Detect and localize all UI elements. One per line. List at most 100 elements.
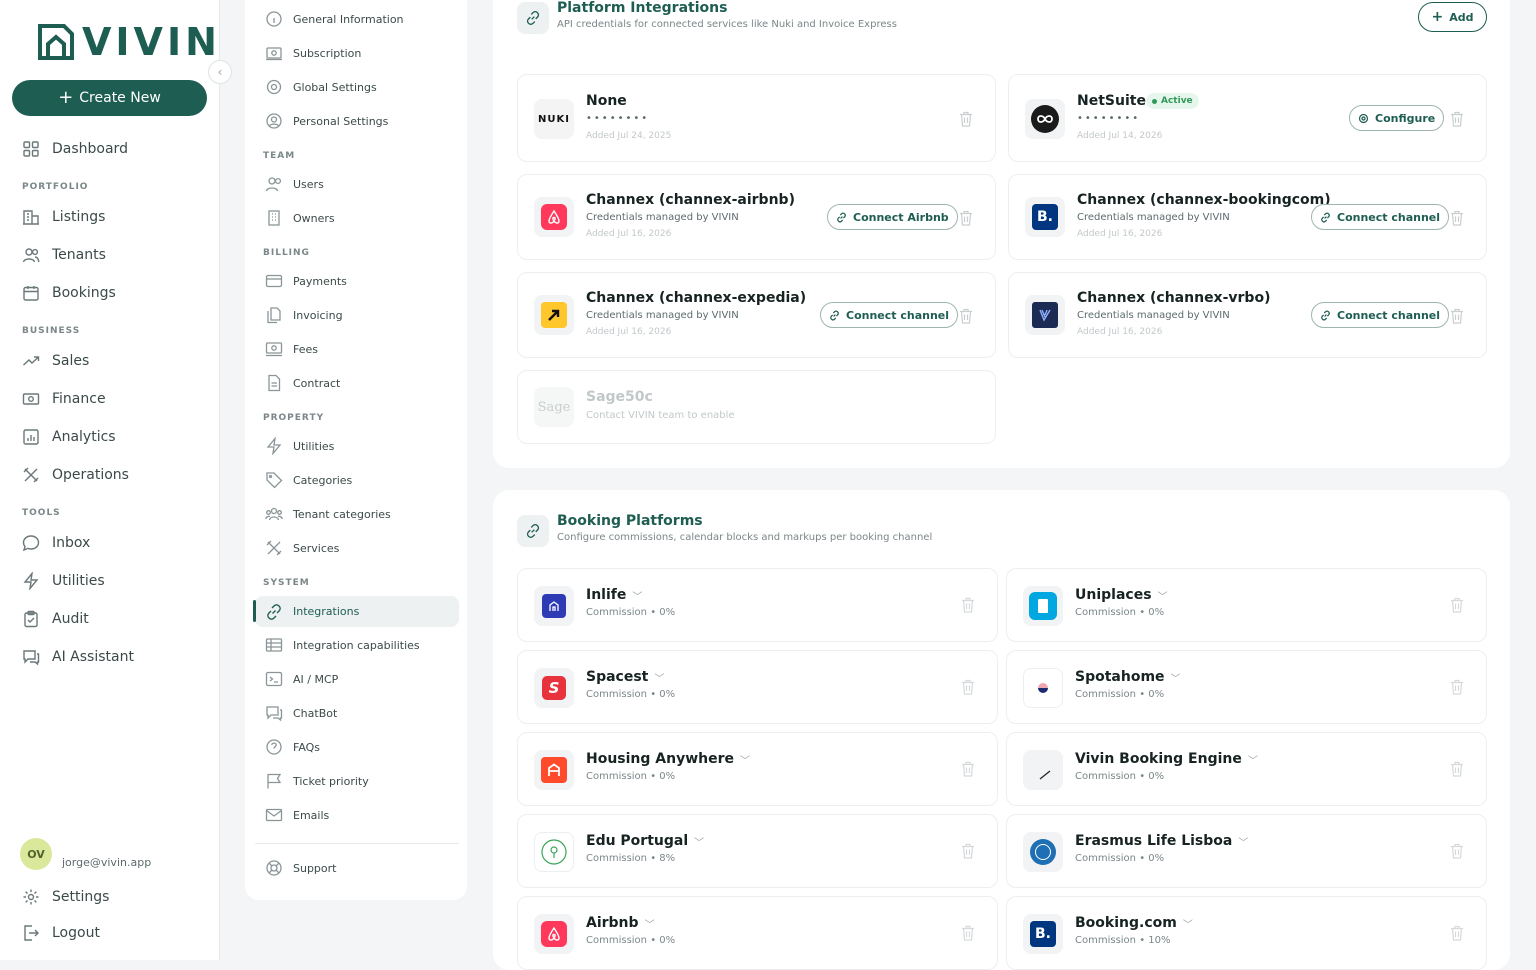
collapse-sidebar-button[interactable]: ‹ <box>208 60 232 84</box>
trash-icon[interactable] <box>1450 679 1464 695</box>
settings-global-settings[interactable]: Global Settings <box>263 72 459 102</box>
settings-ai-mcp[interactable]: AI / MCP <box>263 664 459 694</box>
chevron-down-icon[interactable]: ﹀ <box>632 588 642 603</box>
nav-logout[interactable]: Logout <box>22 921 100 945</box>
trash-icon[interactable] <box>961 761 975 777</box>
settings-contract[interactable]: Contract <box>263 368 459 398</box>
booking-platform-erasmus-life-lisboa[interactable]: Erasmus Life Lisboa ﹀ Commission • 0% <box>1006 814 1487 888</box>
trash-icon[interactable] <box>959 111 973 127</box>
configure-button[interactable]: Configure <box>1349 105 1445 131</box>
section-tools: TOOLS <box>22 508 61 518</box>
settings-integrations[interactable]: Integrations <box>253 596 459 627</box>
settings-general-information[interactable]: General Information <box>263 4 459 34</box>
trash-icon[interactable] <box>959 210 973 226</box>
nav-inbox[interactable]: Inbox <box>22 531 90 555</box>
nav-operations[interactable]: Operations <box>22 463 129 487</box>
nav-label: Tenants <box>52 247 106 263</box>
trash-icon[interactable] <box>1450 597 1464 613</box>
booking-platform-spotahome[interactable]: Spotahome ﹀ Commission • 0% <box>1006 650 1487 724</box>
add-integration-button[interactable]: + Add <box>1418 2 1487 32</box>
link-icon <box>267 603 281 620</box>
settings-services[interactable]: Services <box>263 533 459 563</box>
nav-label: Analytics <box>52 429 116 445</box>
chevron-down-icon[interactable]: ﹀ <box>1171 670 1181 685</box>
settings-subscription[interactable]: Subscription <box>263 38 459 68</box>
nav-utilities[interactable]: Utilities <box>22 569 105 593</box>
trash-icon[interactable] <box>1450 925 1464 941</box>
booking-platform-vivin-booking-engine[interactable]: Vivin Booking Engine ﹀ Commission • 0% <box>1006 732 1487 806</box>
booking-platform-inlife[interactable]: Inlife ﹀ Commission • 0% <box>517 568 998 642</box>
nav-label: Operations <box>52 467 129 483</box>
trash-icon[interactable] <box>961 925 975 941</box>
nav-bookings[interactable]: Bookings <box>22 281 116 305</box>
settings-integration-capabilities[interactable]: Integration capabilities <box>263 630 459 660</box>
settings-payments[interactable]: Payments <box>263 266 459 296</box>
trash-icon[interactable] <box>1450 210 1464 226</box>
chevron-down-icon[interactable]: ﹀ <box>645 916 655 931</box>
settings-faqs[interactable]: FAQs <box>263 732 459 762</box>
nav-tenants[interactable]: Tenants <box>22 243 106 267</box>
settings-owners[interactable]: Owners <box>263 203 459 233</box>
added-date: Added Jul 14, 2026 <box>1077 131 1163 141</box>
integration-card-channex-bookingcom[interactable]: B. Channex (channex-bookingcom) Credenti… <box>1008 174 1487 260</box>
chevron-down-icon[interactable]: ﹀ <box>694 834 704 849</box>
integration-card-channex-expedia[interactable]: Channex (channex-expedia) Credentials ma… <box>517 272 996 358</box>
nav-settings[interactable]: Settings <box>22 885 109 909</box>
booking-logo-text: B. <box>1032 204 1058 230</box>
chevron-down-icon[interactable]: ﹀ <box>1238 834 1248 849</box>
chevron-down-icon[interactable]: ﹀ <box>740 752 750 767</box>
settings-label: Services <box>293 541 340 555</box>
booking-platform-booking-com[interactable]: B. Booking.com ﹀ Commission • 10% <box>1006 896 1487 970</box>
settings-personal-settings[interactable]: Personal Settings <box>263 106 459 136</box>
connect-channel-button[interactable]: Connect channel <box>820 302 959 328</box>
settings-fees[interactable]: Fees <box>263 334 459 364</box>
chevron-down-icon[interactable]: ﹀ <box>1248 752 1258 767</box>
settings-ticket-priority[interactable]: Ticket priority <box>263 766 459 796</box>
nav-sales[interactable]: Sales <box>22 349 89 373</box>
booking-platform-airbnb[interactable]: Airbnb ﹀ Commission • 0% <box>517 896 998 970</box>
integration-card-nuki[interactable]: NUKI None •••••••• Added Jul 24, 2025 <box>517 74 996 162</box>
nav-ai-assistant[interactable]: AI Assistant <box>22 645 134 669</box>
settings-tenant-categories[interactable]: Tenant categories <box>263 499 459 529</box>
trash-icon[interactable] <box>961 843 975 859</box>
avatar[interactable]: OV <box>20 838 52 870</box>
integration-card-channex-vrbo[interactable]: Channex (channex-vrbo) Credentials manag… <box>1008 272 1487 358</box>
trash-icon[interactable] <box>961 597 975 613</box>
booking-platform-spacest[interactable]: S Spacest ﹀ Commission • 0% <box>517 650 998 724</box>
chevron-down-icon[interactable]: ﹀ <box>1183 916 1193 931</box>
nav-audit[interactable]: Audit <box>22 607 89 631</box>
connect-channel-button[interactable]: Connect channel <box>1311 204 1450 230</box>
chevron-down-icon[interactable]: ﹀ <box>654 670 664 685</box>
nav-listings[interactable]: Listings <box>22 205 105 229</box>
booking-platform-edu-portugal[interactable]: Edu Portugal ﹀ Commission • 8% <box>517 814 998 888</box>
booking-platform-uniplaces[interactable]: Uniplaces ﹀ Commission • 0% <box>1006 568 1487 642</box>
settings-chatbot[interactable]: ChatBot <box>263 698 459 728</box>
create-new-button[interactable]: + Create New <box>12 80 207 116</box>
integration-card-channex-airbnb[interactable]: Channex (channex-airbnb) Credentials man… <box>517 174 996 260</box>
trash-icon[interactable] <box>959 308 973 324</box>
settings-users[interactable]: Users <box>263 169 459 199</box>
nav-label: Settings <box>52 889 110 905</box>
booking-platform-housing-anywhere[interactable]: Housing Anywhere ﹀ Commission • 0% <box>517 732 998 806</box>
trash-icon[interactable] <box>1450 761 1464 777</box>
settings-categories[interactable]: Categories <box>263 465 459 495</box>
trash-icon[interactable] <box>1450 843 1464 859</box>
nav-analytics[interactable]: Analytics <box>22 425 116 449</box>
trash-icon[interactable] <box>1450 111 1464 127</box>
nav-finance[interactable]: Finance <box>22 387 106 411</box>
chevron-down-icon[interactable]: ﹀ <box>1158 588 1168 603</box>
settings-utilities[interactable]: Utilities <box>263 431 459 461</box>
settings-emails[interactable]: Emails <box>263 800 459 830</box>
connect-channel-button[interactable]: Connect channel <box>1311 302 1450 328</box>
settings-invoicing[interactable]: Invoicing <box>263 300 459 330</box>
link-icon <box>1321 310 1330 320</box>
nav-dashboard[interactable]: Dashboard <box>22 137 128 161</box>
trash-icon[interactable] <box>961 679 975 695</box>
bolt-icon <box>23 572 39 590</box>
vivin-logo[interactable]: VIVIN <box>36 20 221 64</box>
subscription-icon <box>266 47 282 61</box>
settings-support[interactable]: Support <box>263 853 459 883</box>
trash-icon[interactable] <box>1450 308 1464 324</box>
integration-card-netsuite[interactable]: NetSuite Active •••••••• Added Jul 14, 2… <box>1008 74 1487 162</box>
connect-airbnb-button[interactable]: Connect Airbnb <box>827 204 958 230</box>
